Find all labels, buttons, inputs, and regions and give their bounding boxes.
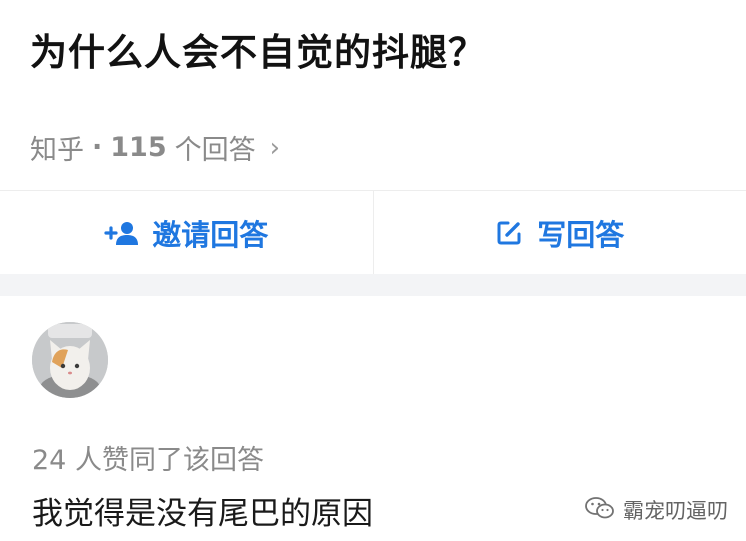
action-bar: 邀请回答 写回答 bbox=[0, 190, 746, 275]
write-answer-button[interactable]: 写回答 bbox=[372, 191, 746, 275]
invite-answer-button[interactable]: 邀请回答 bbox=[0, 191, 373, 275]
answer-content[interactable]: 我觉得是没有尾巴的原因 bbox=[32, 488, 373, 533]
section-divider bbox=[0, 274, 746, 296]
meta-separator: · bbox=[92, 132, 103, 163]
watermark: 霸宠叨逼叨 bbox=[585, 495, 728, 525]
chevron-right-icon: › bbox=[269, 132, 281, 163]
question-title: 为什么人会不自觉的抖腿？ bbox=[30, 31, 486, 74]
write-answer-label: 写回答 bbox=[537, 218, 625, 252]
watermark-text: 霸宠叨逼叨 bbox=[623, 499, 728, 523]
avatar[interactable] bbox=[32, 322, 108, 398]
answers-label: 个回答 bbox=[174, 135, 256, 166]
invite-answer-label: 邀请回答 bbox=[152, 218, 269, 252]
source-label: 知乎 bbox=[30, 135, 84, 166]
question-meta[interactable]: 知乎 · 115 个回答 › bbox=[30, 128, 280, 167]
edit-icon bbox=[495, 219, 523, 247]
wechat-icon bbox=[585, 496, 615, 525]
add-person-icon bbox=[104, 220, 139, 246]
upvote-summary: 24 人赞同了该回答 bbox=[32, 445, 264, 476]
answers-count: 115 bbox=[110, 132, 167, 163]
